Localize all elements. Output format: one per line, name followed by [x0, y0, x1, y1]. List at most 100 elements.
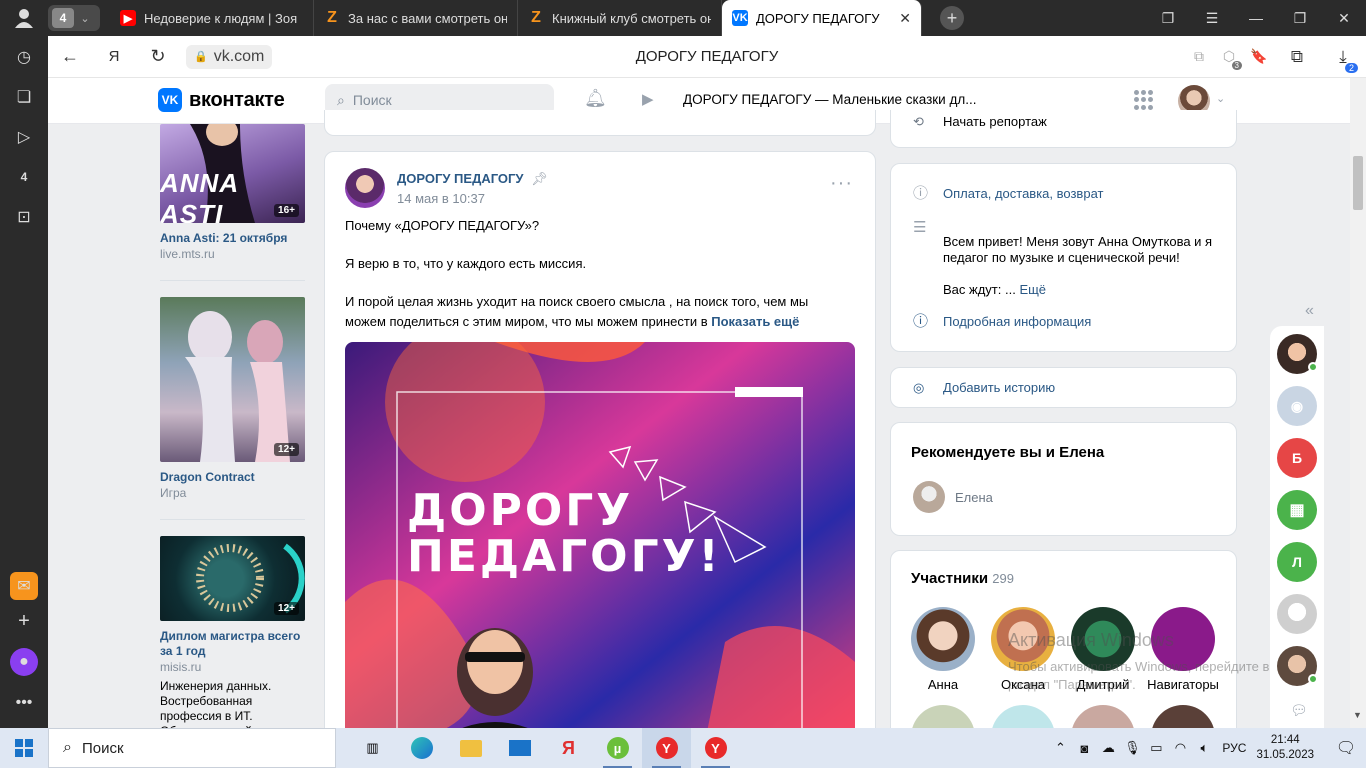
tray-app-icon[interactable]: ◙ [1072, 741, 1096, 756]
tab-youtube[interactable]: ▶ Недоверие к людям | Зоя [110, 0, 314, 36]
now-playing-track[interactable]: ДОРОГУ ПЕДАГОГУ — Маленькие сказки дл... [683, 92, 976, 107]
calendar-chat-icon[interactable]: ▦ [1277, 490, 1317, 530]
add-panel-icon[interactable]: + [9, 606, 39, 636]
yandex-icon[interactable]: Y [691, 728, 740, 768]
history-icon[interactable]: ◷ [9, 42, 39, 72]
yandex-icon[interactable]: Я [92, 36, 136, 78]
payment-delivery-link[interactable]: Оплата, доставка, возврат [943, 186, 1103, 202]
mail-icon[interactable] [495, 728, 544, 768]
tabs-count-icon[interactable]: 4 [9, 162, 39, 192]
tab-counter-button[interactable]: 4 ⌄ [48, 5, 100, 31]
member-name[interactable]: Оксана [991, 677, 1055, 693]
battery-icon[interactable]: ▭ [1144, 740, 1168, 756]
back-icon[interactable]: ← [48, 36, 92, 78]
scroll-down-icon[interactable]: ▼ [1353, 710, 1362, 720]
taskbar-search-input[interactable]: ⌕ Поиск [48, 728, 336, 768]
post-image[interactable]: ДОРОГУ ПЕДАГОГУ! [345, 342, 855, 742]
notifications-bell-icon[interactable]: 🔔︎ [584, 88, 607, 109]
messages-icon[interactable]: 💬︎ [1290, 702, 1308, 719]
ad-misis[interactable]: 12+ Диплом магистра всего за 1 год misis… [160, 536, 305, 739]
bookmarks-panel-icon[interactable]: ❐ [1146, 0, 1190, 36]
utorrent-icon[interactable]: µ [593, 728, 642, 768]
post-author[interactable]: ДОРОГУ ПЕДАГОГУ 📌︎ [397, 171, 548, 187]
friend-name[interactable]: Елена [955, 490, 993, 506]
chevron-up-icon[interactable]: ⌃ [1048, 740, 1072, 756]
collections-panel-icon[interactable]: ⧉ [1274, 36, 1320, 78]
ad-dragon-contract[interactable]: 12+ Dragon Contract Игра [160, 297, 305, 501]
url-field[interactable]: 🔒 vk.com [186, 44, 273, 69]
chat-avatar[interactable] [1277, 594, 1317, 634]
show-more-link[interactable]: Показать ещё [711, 314, 799, 329]
chat-avatar[interactable]: ◉ [1277, 386, 1317, 426]
post-date[interactable]: 14 мая в 10:37 [397, 191, 485, 206]
tab-zona-2[interactable]: Z Книжный клуб смотреть онлайн [518, 0, 722, 36]
ad-image[interactable]: ANNA ASTI 16+ [160, 124, 305, 223]
extensions-icon[interactable]: ⬡ 3 [1214, 36, 1244, 78]
chevron-down-icon[interactable]: ⌄ [1216, 92, 1225, 105]
collapse-chats-icon[interactable]: « [1305, 302, 1314, 320]
maximize-icon[interactable]: ❐ [1278, 0, 1322, 36]
edge-icon[interactable] [397, 728, 446, 768]
profile-button[interactable] [0, 0, 48, 36]
member-name[interactable]: Дмитрий [1067, 677, 1139, 693]
video-icon[interactable]: ▷ [9, 122, 39, 152]
details-link[interactable]: Подробная информация [943, 314, 1091, 330]
volume-icon[interactable]: 🔈︎ [1192, 740, 1216, 756]
ad-anna-asti[interactable]: ANNA ASTI 16+ Anna Asti: 21 октября live… [160, 124, 305, 262]
post-menu-icon[interactable]: ··· [830, 173, 853, 193]
add-story-link[interactable]: Добавить историю [943, 380, 1055, 396]
vk-logo[interactable]: VK вконтакте [158, 88, 285, 112]
alice-icon[interactable]: ● [10, 648, 38, 676]
member-name[interactable]: Анна [911, 677, 975, 693]
new-tab-button[interactable]: + [940, 6, 964, 30]
notifications-icon[interactable]: 🗨︎ [1326, 738, 1366, 758]
screenshot-icon[interactable]: ⊡ [9, 202, 39, 232]
member-avatar[interactable] [1071, 607, 1135, 671]
reload-icon[interactable]: ↻ [136, 36, 180, 78]
explorer-icon[interactable] [446, 728, 495, 768]
member-name[interactable]: Навигаторы [1141, 677, 1225, 693]
friend-avatar[interactable] [913, 481, 945, 513]
member-avatar[interactable] [911, 607, 975, 671]
start-broadcast-link[interactable]: Начать репортаж [943, 114, 1047, 130]
microphone-icon[interactable]: 🎙︎ [1120, 740, 1144, 756]
services-grid-icon[interactable] [1134, 90, 1154, 110]
scrollbar-thumb[interactable] [1353, 156, 1363, 210]
more-link[interactable]: Ещё [1019, 282, 1046, 297]
add-story-card[interactable]: ◎ Добавить историю [890, 367, 1237, 408]
bookmark-icon[interactable]: 🔖 [1244, 36, 1274, 78]
close-tab-icon[interactable]: ✕ [899, 10, 911, 27]
download-icon[interactable]: ⤓ 2 [1320, 36, 1366, 78]
chat-avatar[interactable]: Л [1277, 542, 1317, 582]
play-icon[interactable]: ▶ [642, 90, 654, 108]
ad-title[interactable]: Диплом магистра всего за 1 год [160, 629, 305, 659]
post-author-name[interactable]: ДОРОГУ ПЕДАГОГУ [397, 171, 523, 186]
task-view-icon[interactable]: ▥ [348, 728, 397, 768]
ad-image[interactable]: 12+ [160, 536, 305, 621]
onedrive-icon[interactable]: ☁ [1096, 740, 1120, 756]
yandex-icon[interactable]: Y [642, 728, 691, 768]
wifi-icon[interactable]: ◠ [1168, 740, 1192, 756]
mail-icon[interactable]: ✉ [10, 572, 38, 600]
menu-icon[interactable]: ☰ [1190, 0, 1234, 36]
close-window-icon[interactable]: ✕ [1322, 0, 1366, 36]
more-icon[interactable]: ••• [9, 688, 39, 718]
start-button[interactable] [0, 728, 48, 768]
member-avatar[interactable] [1151, 607, 1215, 671]
ad-title[interactable]: Anna Asti: 21 октября [160, 231, 305, 246]
tab-vk-active[interactable]: VK ДОРОГУ ПЕДАГОГУ ✕ [722, 0, 922, 36]
chat-avatar[interactable] [1277, 334, 1318, 374]
post-author-avatar[interactable] [345, 168, 385, 208]
minimize-icon[interactable]: — [1234, 0, 1278, 36]
chat-avatar[interactable] [1277, 646, 1318, 686]
tab-zona-1[interactable]: Z За нас с вами смотреть онлайн [314, 0, 518, 36]
member-avatar[interactable] [991, 607, 1055, 671]
collections-icon[interactable]: ❏ [9, 82, 39, 112]
language-indicator[interactable]: РУС [1222, 741, 1246, 755]
ad-title[interactable]: Dragon Contract [160, 470, 305, 485]
clock[interactable]: 21:44 31.05.2023 [1256, 733, 1314, 763]
page-scrollbar[interactable]: ▼ [1350, 78, 1366, 728]
chat-avatar[interactable]: Б [1277, 438, 1317, 478]
ad-image[interactable]: 12+ [160, 297, 305, 462]
yandex-browser-icon[interactable]: Я [544, 728, 593, 768]
